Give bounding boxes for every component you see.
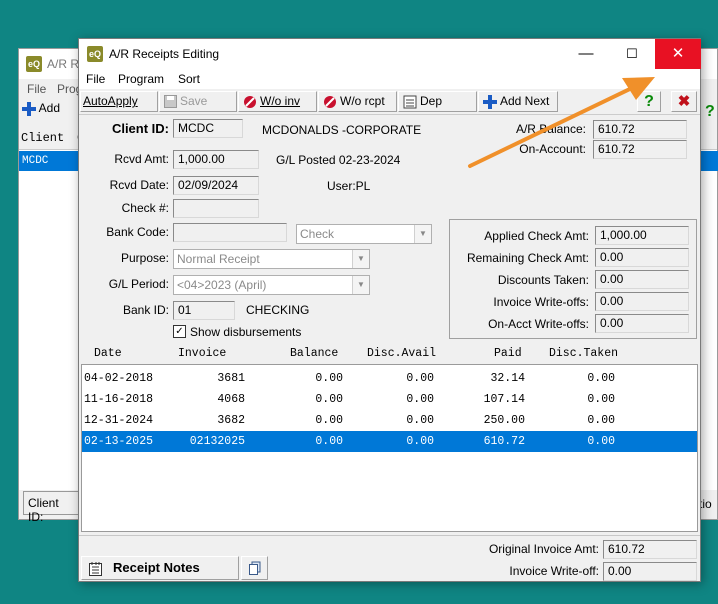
annotation-arrow-icon	[468, 77, 655, 168]
